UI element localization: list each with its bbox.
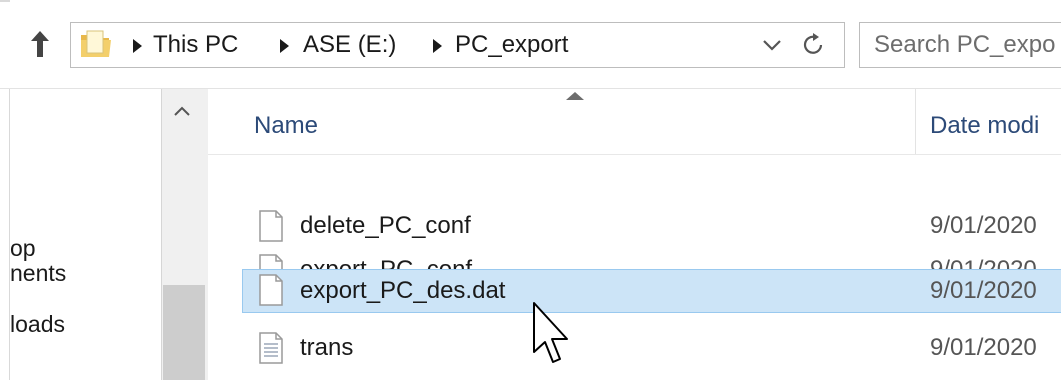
arrow-up-icon [31,31,49,57]
refresh-icon[interactable] [801,32,827,58]
breadcrumb-separator-icon[interactable] [280,39,289,53]
nav-item-downloads[interactable]: loads [10,311,65,338]
search-box[interactable]: Search PC_expo [859,22,1061,68]
file-row[interactable]: trans 9/01/2020 [242,327,1061,371]
mouse-pointer-icon [533,302,568,363]
document-icon [259,274,283,306]
file-date: 9/01/2020 [930,334,1037,361]
breadcrumb-separator-icon[interactable] [433,39,442,53]
header-divider [208,154,1061,155]
file-date: 9/01/2020 [930,212,1037,239]
window-edge [0,0,10,2]
sort-ascending-icon [566,92,584,100]
file-date: 9/01/2020 [930,277,1037,304]
address-bar[interactable]: This PC ASE (E:) PC_export [70,22,845,68]
breadcrumb-drive[interactable]: ASE (E:) [303,23,396,67]
file-row[interactable]: delete_PC_conf 9/01/2020 [242,205,1061,249]
column-divider[interactable] [915,89,916,155]
navigation-pane: op nents loads [0,89,208,380]
file-name: trans [300,334,354,361]
folder-icon [81,30,111,57]
up-button[interactable] [26,26,54,62]
explorer-toolbar: This PC ASE (E:) PC_export Search PC_exp… [0,0,1061,89]
nav-item-desktop[interactable]: op [10,235,36,262]
text-document-icon [259,332,283,364]
breadcrumb-separator-icon[interactable] [133,39,142,53]
breadcrumb-this-pc[interactable]: This PC [153,23,238,67]
search-placeholder[interactable]: Search PC_expo [874,23,1055,67]
file-name: export_PC_des.dat [300,277,506,304]
column-header-name[interactable]: Name [254,101,318,151]
file-name: delete_PC_conf [300,212,471,239]
chevron-up-icon [174,106,190,116]
nav-item-documents[interactable]: nents [10,260,66,287]
scrollbar-thumb[interactable] [163,285,205,380]
chevron-down-icon[interactable] [761,37,783,53]
column-header-date-modified[interactable]: Date modi [930,101,1039,151]
document-icon [259,210,283,242]
breadcrumb-folder[interactable]: PC_export [455,23,568,67]
file-list: Name Date modi delete_PC_conf 9/01/2020 … [208,89,1061,380]
file-row-selected[interactable]: export_PC_des.dat 9/01/2020 [242,269,1061,313]
scroll-up-button[interactable] [162,93,202,129]
